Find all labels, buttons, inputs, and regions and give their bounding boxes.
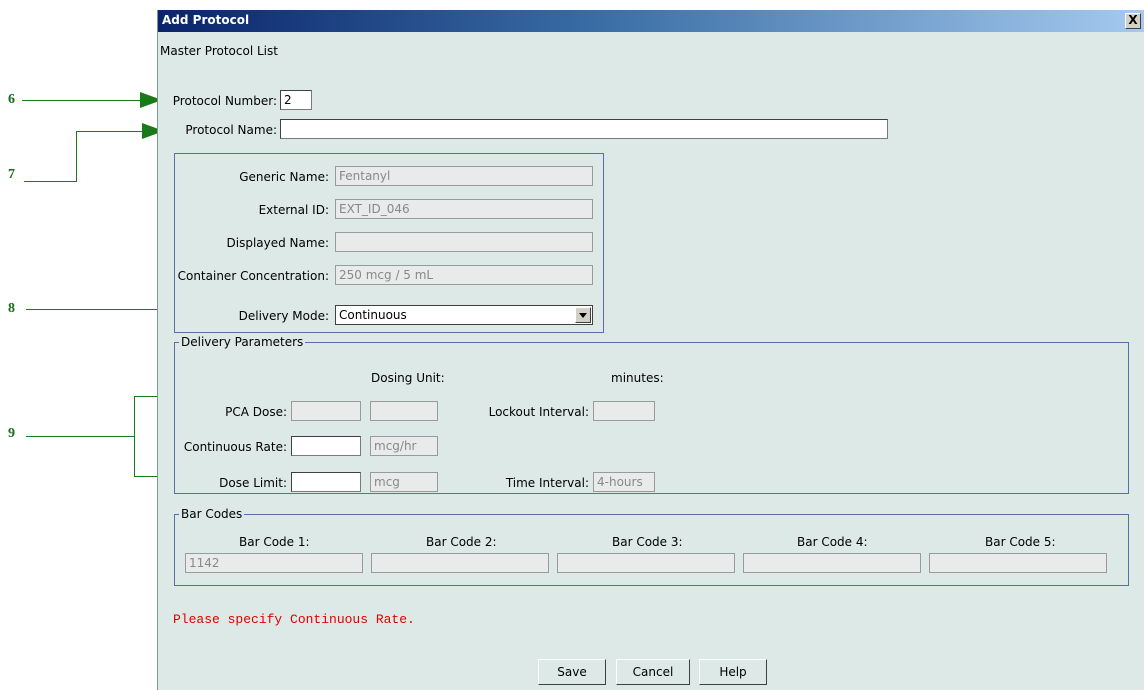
delivery-parameters-legend: Delivery Parameters bbox=[179, 335, 306, 349]
callout-9: 9 bbox=[8, 426, 15, 441]
callout-7-line2 bbox=[76, 131, 144, 132]
close-button[interactable]: X bbox=[1125, 13, 1141, 29]
title-bar: Add Protocol X bbox=[158, 10, 1144, 32]
dose-limit-unit: mcg bbox=[370, 472, 438, 492]
bar-codes-group: Bar Codes Bar Code 1: 1142 Bar Code 2: B… bbox=[174, 507, 1129, 586]
bar-code-5-field bbox=[929, 553, 1107, 573]
bar-code-2-label: Bar Code 2: bbox=[426, 535, 497, 549]
bar-code-4-label: Bar Code 4: bbox=[797, 535, 868, 549]
delivery-mode-label: Delivery Mode: bbox=[238, 309, 329, 323]
chevron-down-icon[interactable] bbox=[575, 307, 591, 323]
lockout-interval-field bbox=[593, 401, 655, 421]
external-id-field: EXT_ID_046 bbox=[335, 199, 593, 219]
callout-9-vline bbox=[134, 396, 135, 476]
lockout-interval-label: Lockout Interval: bbox=[488, 405, 589, 419]
pca-unit-field bbox=[370, 401, 438, 421]
bar-code-2-field bbox=[371, 553, 549, 573]
error-message: Please specify Continuous Rate. bbox=[173, 612, 415, 627]
protocol-number-input[interactable]: 2 bbox=[280, 90, 312, 110]
generic-name-label: Generic Name: bbox=[239, 170, 329, 184]
pca-dose-field bbox=[291, 401, 361, 421]
drug-info-group: Generic Name: Fentanyl External ID: EXT_… bbox=[174, 153, 604, 333]
add-protocol-dialog: Add Protocol X Master Protocol List Prot… bbox=[157, 10, 1144, 690]
callout-6-line bbox=[22, 100, 142, 101]
bar-code-3-label: Bar Code 3: bbox=[612, 535, 683, 549]
callout-9-line bbox=[26, 436, 134, 437]
displayed-name-field bbox=[335, 232, 593, 252]
time-interval-label: Time Interval: bbox=[505, 476, 589, 490]
continuous-rate-input[interactable] bbox=[291, 436, 361, 456]
protocol-name-input[interactable] bbox=[280, 119, 888, 139]
bar-code-5-label: Bar Code 5: bbox=[985, 535, 1056, 549]
dialog-title: Add Protocol bbox=[162, 13, 250, 27]
callout-7: 7 bbox=[8, 167, 15, 182]
delivery-parameters-group: Delivery Parameters Dosing Unit: minutes… bbox=[174, 335, 1129, 494]
bar-code-1-label: Bar Code 1: bbox=[239, 535, 310, 549]
continuous-rate-label: Continuous Rate: bbox=[183, 440, 287, 454]
continuous-rate-unit: mcg/hr bbox=[370, 436, 438, 456]
help-button[interactable]: Help bbox=[699, 659, 767, 685]
minutes-label: minutes: bbox=[611, 371, 664, 385]
protocol-name-label: Protocol Name: bbox=[185, 123, 277, 137]
generic-name-field: Fentanyl bbox=[335, 166, 593, 186]
external-id-label: External ID: bbox=[258, 203, 329, 217]
protocol-number-label: Protocol Number: bbox=[172, 94, 277, 108]
dose-limit-label: Dose Limit: bbox=[219, 476, 287, 490]
cancel-button[interactable]: Cancel bbox=[616, 659, 690, 685]
callout-6: 6 bbox=[8, 92, 15, 107]
delivery-mode-value: Continuous bbox=[339, 308, 407, 322]
callout-7-line bbox=[24, 181, 76, 182]
displayed-name-label: Displayed Name: bbox=[226, 236, 330, 250]
callout-8: 8 bbox=[8, 301, 15, 316]
bar-code-3-field bbox=[557, 553, 735, 573]
callout-7-vline bbox=[76, 131, 77, 182]
container-concentration-label: Container Concentration: bbox=[177, 269, 329, 283]
bar-codes-legend: Bar Codes bbox=[179, 507, 245, 521]
bar-code-4-field bbox=[743, 553, 921, 573]
delivery-mode-select[interactable]: Continuous bbox=[335, 305, 593, 325]
container-concentration-field: 250 mcg / 5 mL bbox=[335, 265, 593, 285]
time-interval-field: 4-hours bbox=[593, 472, 655, 492]
breadcrumb: Master Protocol List bbox=[160, 44, 278, 58]
pca-dose-label: PCA Dose: bbox=[225, 405, 287, 419]
save-button[interactable]: Save bbox=[538, 659, 606, 685]
bar-code-1-field: 1142 bbox=[185, 553, 363, 573]
dosing-unit-label: Dosing Unit: bbox=[371, 371, 445, 385]
dose-limit-input[interactable] bbox=[291, 472, 361, 492]
